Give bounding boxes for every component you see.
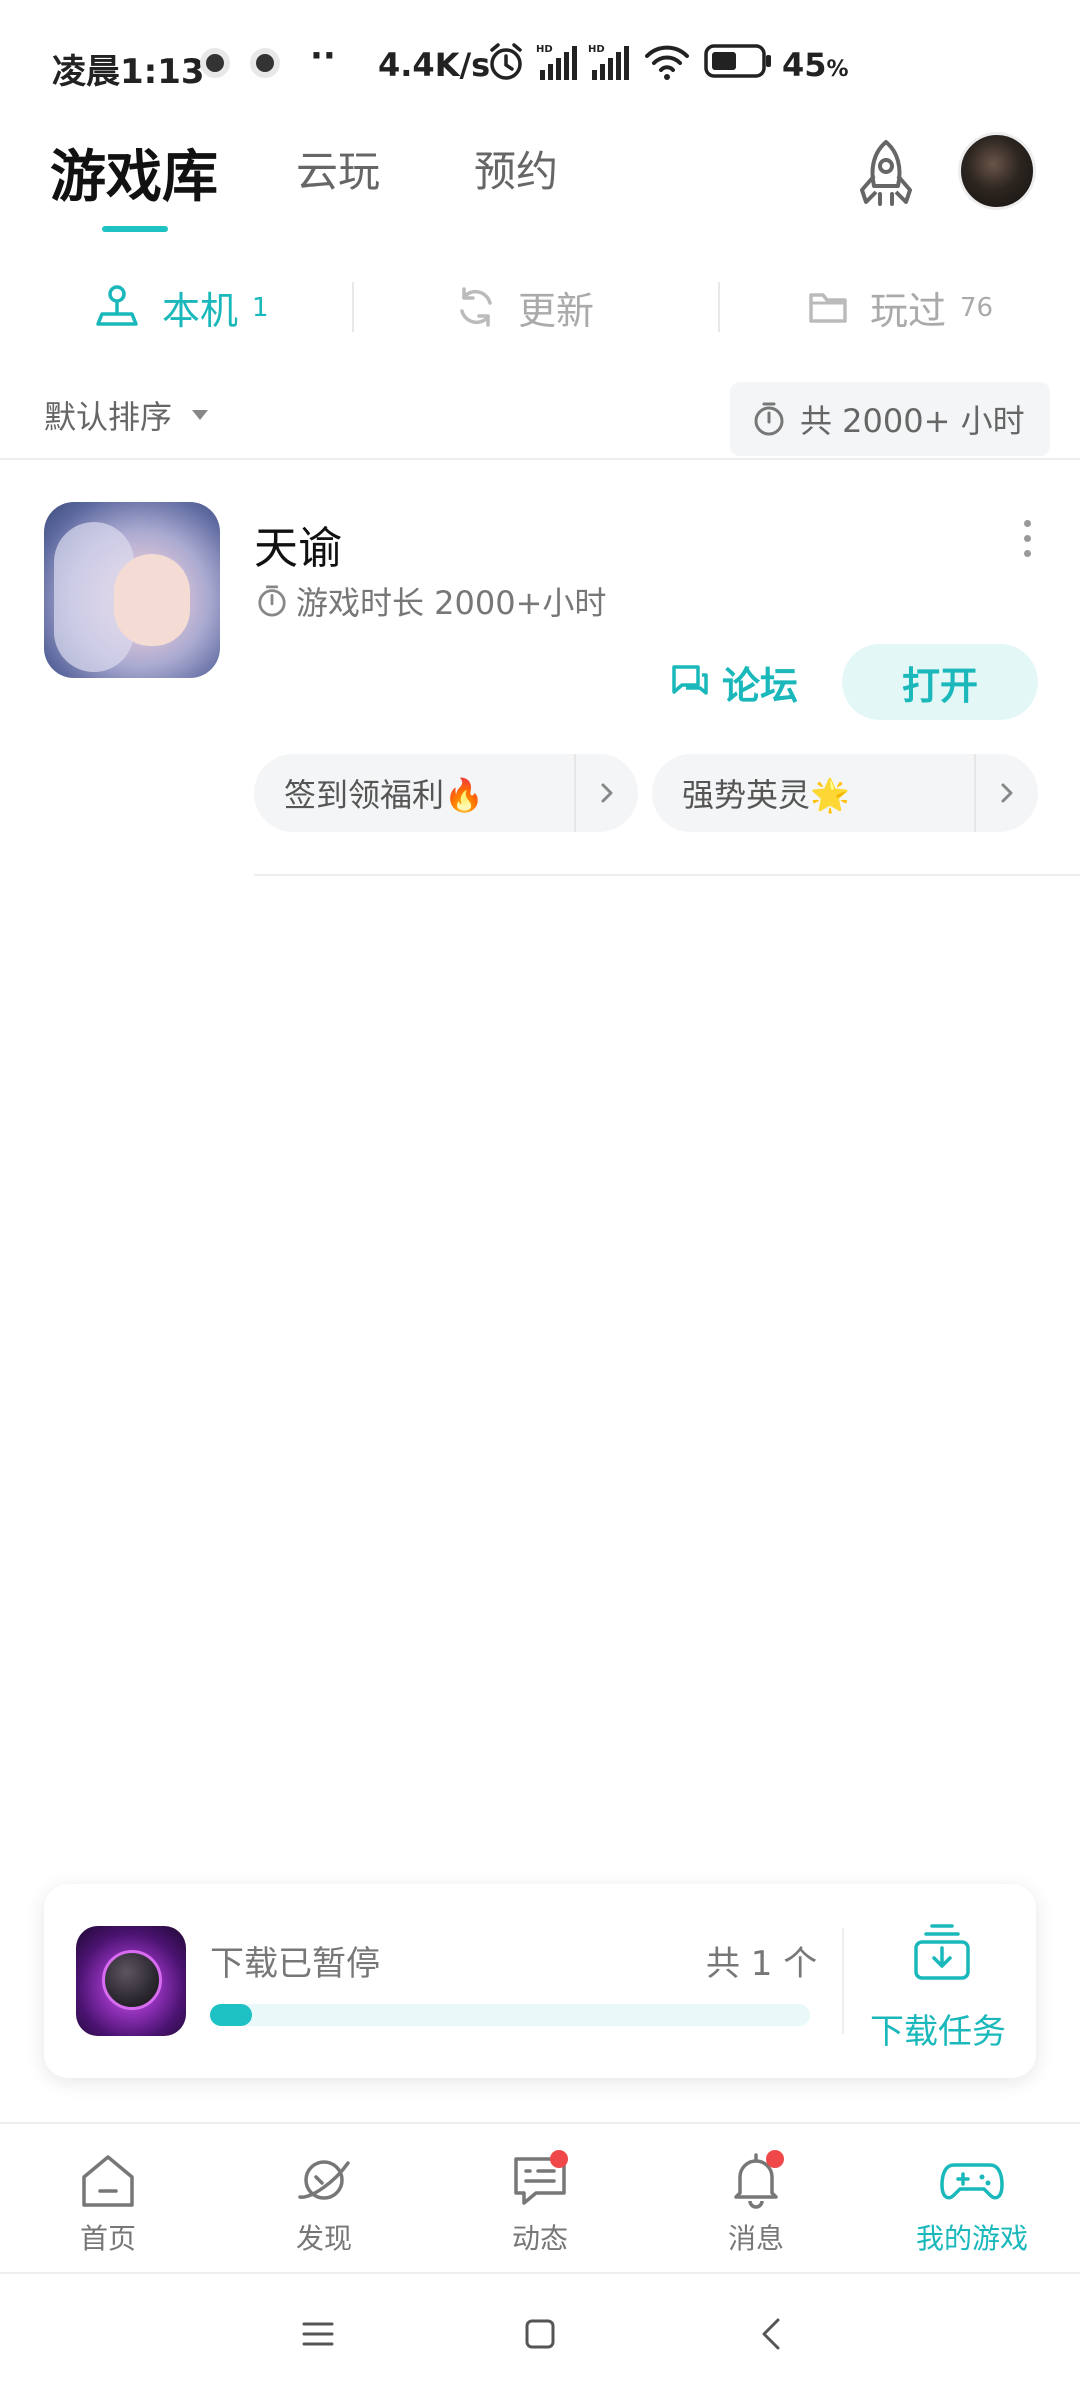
subtab-label: 本机 bbox=[162, 288, 239, 333]
forum-button[interactable]: 论坛 bbox=[670, 646, 798, 718]
sort-dropdown[interactable]: 默认排序 bbox=[44, 392, 172, 438]
divider bbox=[718, 282, 720, 332]
chip-strong-hero[interactable]: 强势英灵🌟 bbox=[652, 754, 1038, 832]
forum-icon bbox=[670, 663, 710, 701]
subtab-count: 1 bbox=[252, 293, 269, 323]
status-bar: 凌晨1:13 ·· 4.4K/s HD HD 45% bbox=[0, 0, 1080, 128]
game-icon[interactable] bbox=[44, 502, 220, 678]
nav-my-games[interactable]: 我的游戏 bbox=[902, 2148, 1042, 2258]
subtab-label: 更新 bbox=[518, 288, 595, 333]
back-icon[interactable] bbox=[754, 2316, 790, 2352]
download-tasks-button[interactable]: 下载任务 bbox=[870, 2004, 1006, 2053]
status-more-dots: ·· bbox=[310, 36, 336, 76]
svg-text:HD: HD bbox=[536, 44, 553, 55]
game-playtime: 游戏时长 2000+小时 bbox=[256, 578, 606, 624]
download-tray-icon[interactable] bbox=[910, 1920, 974, 1982]
download-card[interactable]: 下载已暂停 共 1 个 下载任务 bbox=[44, 1884, 1036, 2078]
status-time: 凌晨1:13 bbox=[52, 52, 205, 92]
open-game-button[interactable]: 打开 bbox=[842, 644, 1038, 720]
subtab-played[interactable]: 玩过 76 bbox=[808, 282, 994, 333]
timer-icon bbox=[256, 584, 288, 618]
refresh-icon bbox=[456, 287, 496, 327]
chevron-right-icon bbox=[976, 781, 1038, 805]
joystick-icon bbox=[94, 284, 140, 330]
active-tab-indicator bbox=[102, 226, 168, 232]
divider bbox=[0, 458, 1080, 460]
subtab-label: 玩过 bbox=[870, 288, 947, 333]
gamepad-icon bbox=[940, 2148, 1004, 2212]
tab-reservation[interactable]: 预约 bbox=[474, 138, 558, 199]
total-playtime: 共 2000+ 小时 bbox=[800, 402, 1025, 440]
battery-icon bbox=[704, 44, 774, 82]
tab-game-library[interactable]: 游戏库 bbox=[50, 132, 218, 213]
download-progress-bar bbox=[210, 2004, 810, 2026]
chevron-right-icon bbox=[576, 781, 638, 805]
caret-down-icon bbox=[192, 410, 208, 420]
wifi-icon bbox=[644, 42, 690, 86]
bottom-nav: 首页 发现 动态 消息 我的游戏 bbox=[0, 2122, 1080, 2270]
subtab-count: 76 bbox=[960, 293, 994, 323]
nav-feed[interactable]: 动态 bbox=[470, 2148, 610, 2258]
notification-badge bbox=[550, 2150, 568, 2168]
notification-badge bbox=[766, 2150, 784, 2168]
subtab-update[interactable]: 更新 bbox=[456, 282, 595, 333]
sub-tabs: 本机 1 更新 玩过 76 bbox=[0, 262, 1080, 352]
game-title[interactable]: 天谕 bbox=[254, 512, 342, 576]
notification-icon bbox=[250, 48, 280, 78]
top-header: 游戏库 云玩 预约 bbox=[0, 128, 1080, 248]
alarm-icon bbox=[488, 42, 524, 86]
divider bbox=[254, 874, 1080, 876]
bell-icon bbox=[724, 2148, 788, 2212]
rocket-icon[interactable] bbox=[850, 136, 922, 216]
home-icon bbox=[76, 2148, 140, 2212]
avatar[interactable] bbox=[958, 132, 1036, 210]
game-list-item: 天谕 游戏时长 2000+小时 论坛 打开 签到领福利🔥 强势英灵🌟 bbox=[0, 500, 1080, 880]
signal-hd-icon: HD bbox=[536, 42, 578, 86]
playtime-text: 游戏时长 2000+小时 bbox=[296, 584, 607, 622]
net-speed: 4.4K/s bbox=[378, 46, 491, 84]
notification-icon bbox=[200, 48, 230, 78]
folder-icon bbox=[808, 289, 848, 325]
home-square-icon[interactable] bbox=[522, 2316, 558, 2352]
timer-icon bbox=[752, 401, 786, 437]
divider bbox=[352, 282, 354, 332]
more-vertical-icon[interactable] bbox=[1022, 520, 1032, 560]
nav-discover[interactable]: 发现 bbox=[254, 2148, 394, 2258]
nav-messages[interactable]: 消息 bbox=[686, 2148, 826, 2258]
download-game-icon bbox=[76, 1926, 186, 2036]
chip-checkin-reward[interactable]: 签到领福利🔥 bbox=[254, 754, 638, 832]
total-playtime-chip: 共 2000+ 小时 bbox=[730, 382, 1050, 456]
svg-text:HD: HD bbox=[588, 44, 605, 55]
download-progress-fill bbox=[210, 2004, 252, 2026]
subtab-local[interactable]: 本机 1 bbox=[94, 282, 269, 333]
signal-hd-icon: HD bbox=[588, 42, 630, 86]
sort-row: 默认排序 共 2000+ 小时 bbox=[0, 376, 1080, 460]
download-status: 下载已暂停 bbox=[210, 1944, 380, 1984]
chat-icon bbox=[508, 2148, 572, 2212]
divider bbox=[842, 1928, 844, 2034]
planet-icon bbox=[292, 2148, 356, 2212]
battery-percent: 45% bbox=[782, 46, 849, 84]
menu-icon[interactable] bbox=[300, 2316, 336, 2352]
system-nav-bar bbox=[0, 2272, 1080, 2400]
tab-cloud-play[interactable]: 云玩 bbox=[296, 138, 380, 199]
download-count: 共 1 个 bbox=[706, 1944, 818, 1984]
nav-home[interactable]: 首页 bbox=[38, 2148, 178, 2258]
